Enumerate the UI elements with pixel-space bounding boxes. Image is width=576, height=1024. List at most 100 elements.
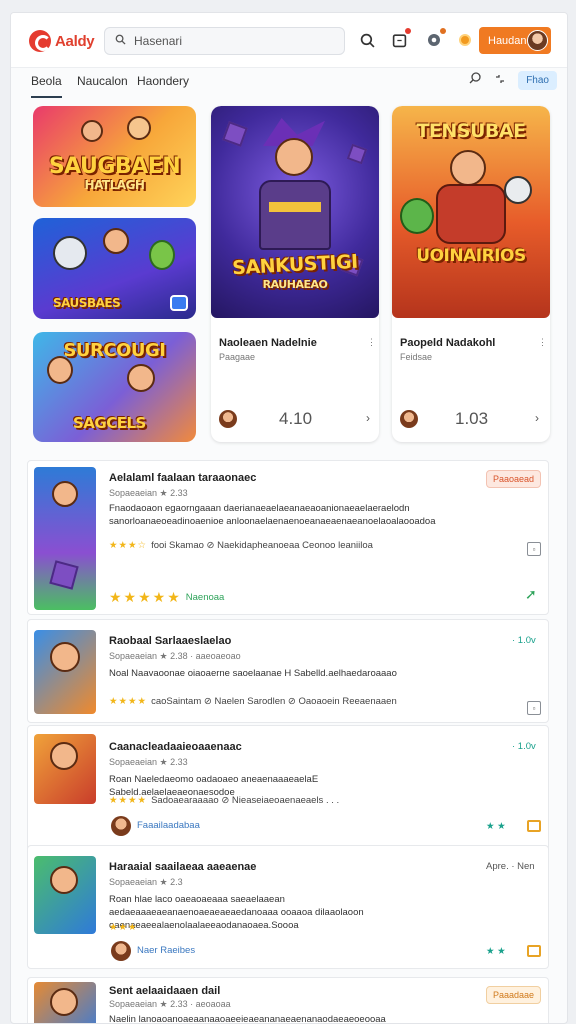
list-item-tags: ★★★ (109, 922, 138, 933)
thumb-character (50, 742, 78, 770)
featured-game-art-2[interactable]: SAUSBAES (33, 218, 196, 319)
tab-naucalon[interactable]: Naucalon (77, 74, 128, 96)
logo-text: Aaldy (55, 32, 95, 50)
list-item-link[interactable]: Naer Raeibes (137, 945, 195, 956)
settings-icon[interactable] (425, 28, 446, 49)
search-bar[interactable]: Hasenari (104, 27, 345, 55)
top-header: Aaldy Hasenari Haudan (11, 13, 567, 68)
list-item-link[interactable]: Faaailaadabaa (137, 820, 200, 831)
character-head-3 (103, 228, 129, 254)
expand-icon[interactable]: ▫ (527, 542, 541, 556)
tile-1-title: Naoleaen Nadelnie (219, 337, 317, 349)
app-window: Aaldy Hasenari Haudan Beola Naucalon Hao… (10, 12, 568, 1024)
chevron-right-icon[interactable]: › (535, 411, 539, 425)
list-item-meta: Sopaeaeian ★ 2.33 · aeoaoaa (109, 999, 231, 1009)
brawler-body (436, 184, 506, 244)
filter-button[interactable]: Fhao (518, 71, 557, 90)
tab-tools: Fhao (468, 71, 557, 90)
refresh-icon[interactable] (494, 72, 506, 90)
avatar (527, 30, 548, 51)
character-head-5 (127, 364, 155, 392)
list-item-tags: ★★★☆ fooi Skamao ⊘ Naekidapheanoeaa Ceon… (109, 540, 373, 551)
thumb-character (52, 481, 78, 507)
profile-button[interactable]: Haudan (479, 27, 551, 54)
featured-tile-1[interactable]: SANKUSTIGI RAUHAEAO Naoleaen Nadelnie ⋮ … (211, 106, 379, 442)
logo-icon (29, 30, 51, 52)
cube-decor (346, 143, 368, 165)
tile-1-menu-icon[interactable]: ⋮ (367, 337, 376, 348)
list-item-thumbnail (34, 734, 96, 804)
tile-2-art-title-a: TENSUBAE (416, 120, 526, 142)
list-item[interactable]: Aelalaml faalaan taraaonaec Sopaeaeian ★… (27, 460, 549, 615)
list-item-description: Noal Naavaoonae oiaoaerne saoelaanae H S… (109, 668, 397, 679)
search-icon (115, 34, 126, 48)
edit-icon[interactable] (468, 71, 482, 90)
list-item-thumbnail (34, 467, 96, 610)
cube-decor (222, 121, 248, 147)
featured-game-art-1[interactable]: SAUGBAEN HATLAGH (33, 106, 196, 207)
settings-dot (440, 28, 446, 34)
calendar-icon[interactable] (527, 820, 541, 832)
status-badge[interactable]: Paaoaead (486, 470, 542, 488)
list-item[interactable]: Sent aelaaidaaen dail Sopaeaeian ★ 2.33 … (27, 977, 549, 1024)
tab-haondery[interactable]: Haondery (137, 74, 189, 96)
share-icon[interactable]: ➚ (525, 586, 537, 603)
star-rating: ★★★☆ (109, 540, 148, 551)
list-item-title: Sent aelaaidaaen dail (109, 985, 221, 997)
thumb-character (50, 642, 80, 672)
character-head-1 (81, 120, 103, 142)
tile-2-art-title-b: UOINAIRIOS (416, 246, 526, 266)
expand-icon[interactable]: ▫ (527, 701, 541, 715)
rating-dots-icon: ★ ★ (486, 946, 506, 957)
list-item-status: · 1.0v (512, 741, 536, 752)
list-item[interactable]: Raobaal Sarlaaeslaelao Sopaeaeian ★ 2.38… (27, 619, 549, 723)
list-item[interactable]: Caanacleadaaieoaaenaac Sopaeaeian ★ 2.33… (27, 725, 549, 853)
thumb-cube (49, 560, 79, 590)
tile-1-subtitle: Paagaae (219, 352, 256, 362)
tile-1-art: SANKUSTIGI RAUHAEAO (211, 106, 379, 318)
list-item-thumbnail (34, 982, 96, 1023)
tab-beola[interactable]: Beola (31, 74, 62, 98)
list-item-tags: ★★★★ caoSaintam ⊘ Naelen Sarodlen ⊘ Oaoa… (109, 696, 397, 707)
list-item-title: Haraaial saailaeaa aaeaenae (109, 861, 257, 873)
list-item-description: Naelin lanoaoanoaeaanaaoaeeieaeananaeaen… (109, 1014, 386, 1024)
featured-game-art-3[interactable]: SURCOUGI SAGCELS (33, 332, 196, 442)
list-item-thumbnail (34, 856, 96, 934)
list-item-tags: ★★★★ Sadoaearaaaao ⊘ Nieaseiaeoaenaeaels… (109, 795, 339, 806)
star-rating: ★★★★★ (109, 589, 182, 605)
rating-text: Naenoaa (185, 592, 225, 603)
hero-head (275, 138, 313, 176)
status-badge[interactable]: Paaadaae (486, 986, 542, 1004)
brawler-head (450, 150, 486, 186)
list-item-title: Raobaal Sarlaaeslaelao (109, 635, 232, 647)
hero-body (259, 180, 331, 250)
tile-1-avatar (219, 410, 237, 428)
tags-text: caoSaintam ⊘ Naelen Sarodlen ⊘ Oaoaoein … (151, 696, 397, 707)
list-item-meta: Sopaeaeian ★ 2.33 (109, 488, 188, 498)
app-logo[interactable]: Aaldy (29, 30, 95, 52)
tags-text: Sadoaearaaaao ⊘ Nieaseiaeoaenaeaels . . … (151, 795, 340, 806)
list-item-rating: ★★★★★ Naenoaa (109, 589, 224, 606)
play-icon (170, 295, 188, 311)
tags-text: fooi Skamao ⊘ Naekidapheanoeaa Ceonoo le… (151, 540, 373, 551)
calendar-icon[interactable] (527, 945, 541, 957)
list-item-title: Aelalaml faalaan taraaonaec (109, 472, 257, 484)
tile-2-menu-icon[interactable]: ⋮ (538, 337, 547, 348)
star-rating: ★★★ (109, 922, 138, 933)
tile-2-art: TENSUBAE UOINAIRIOS (392, 106, 550, 318)
featured-tile-2[interactable]: TENSUBAE UOINAIRIOS Paopeld Nadakohl ⋮ F… (392, 106, 550, 442)
list-item[interactable]: Haraaial saailaeaa aaeaenae Sopaeaeian ★… (27, 845, 549, 969)
alien-head (149, 240, 175, 270)
rating-dots-icon: ★ ★ (486, 821, 506, 832)
search-icon[interactable] (358, 31, 376, 49)
coin-icon[interactable] (459, 34, 471, 46)
list-item-avatar (111, 816, 131, 836)
list-item-thumbnail (34, 630, 96, 714)
list-item-status: · 1.0v (512, 635, 536, 646)
notification-icon[interactable] (390, 28, 411, 49)
chevron-right-icon[interactable]: › (366, 411, 370, 425)
robot-head (53, 236, 87, 270)
skull-head (504, 176, 532, 204)
game-title-art-1b: HATLAGH (84, 178, 145, 192)
star-rating: ★★★★ (109, 696, 148, 707)
